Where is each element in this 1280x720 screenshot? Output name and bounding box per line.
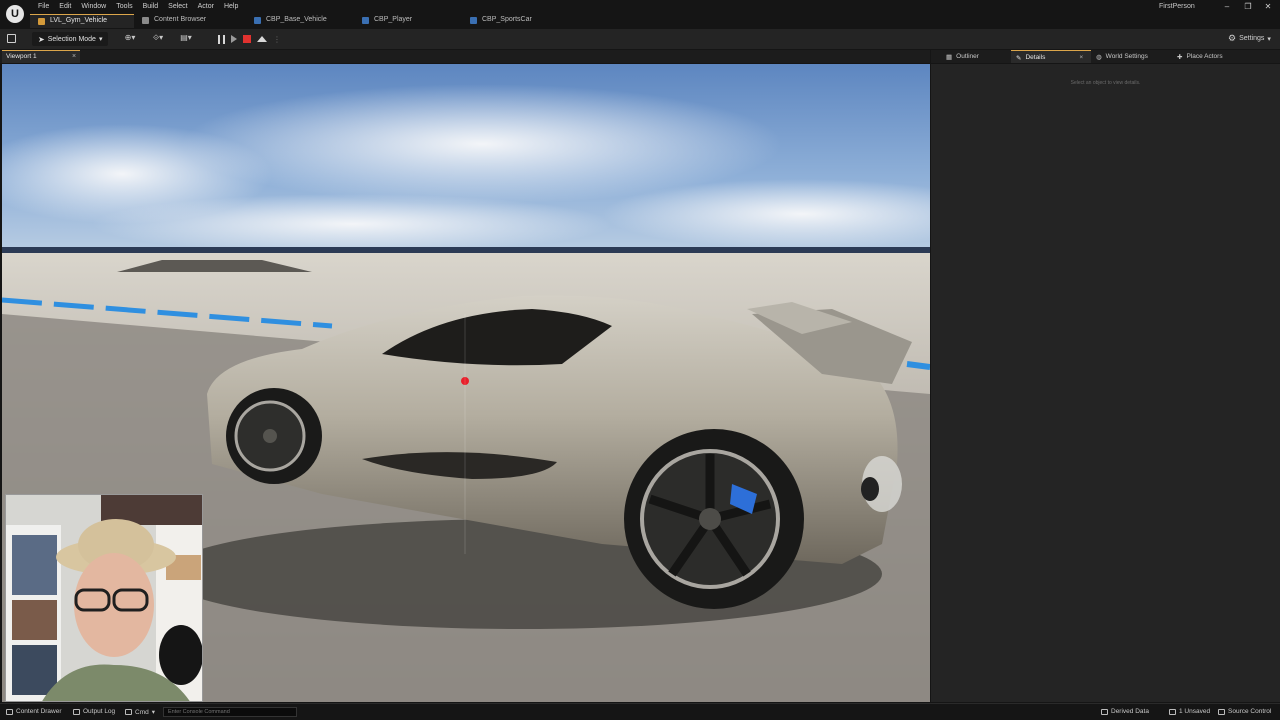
selection-mode-button[interactable]: ➤ Selection Mode ▾ xyxy=(32,32,109,46)
gear-icon: ⚙ xyxy=(1228,33,1237,43)
chevron-down-icon: ▾ xyxy=(98,36,103,43)
tab-outliner[interactable]: ▦ Outliner xyxy=(937,50,1015,63)
settings-label: Settings xyxy=(1239,35,1265,42)
tab-label: CBP_SportsCar xyxy=(482,16,532,23)
title-bar: U File Edit Window Tools Build Select Ac… xyxy=(0,0,1280,28)
webcam-overlay xyxy=(5,494,203,702)
tab-cbp-sportscar[interactable]: CBP_SportsCar xyxy=(462,14,562,28)
tab-label: Content Browser xyxy=(154,16,207,23)
source-control-label: Source Control xyxy=(1228,708,1272,715)
tab-label: World Settings xyxy=(1105,53,1148,60)
project-name: FirstPerson xyxy=(1159,3,1195,10)
chevron-down-icon: ▾ xyxy=(151,709,155,716)
derived-data-button[interactable]: Derived Data xyxy=(1101,708,1149,715)
tab-label: CBP_Base_Vehicle xyxy=(266,16,327,23)
globe-icon: ◍ xyxy=(1096,54,1102,61)
menu-file[interactable]: File xyxy=(33,1,54,12)
unreal-logo-icon[interactable]: U xyxy=(6,5,24,23)
content-drawer-button[interactable]: Content Drawer xyxy=(6,708,62,715)
unsaved-button[interactable]: 1 Unsaved xyxy=(1169,708,1210,715)
content-browser-icon xyxy=(142,17,149,24)
content-drawer-icon xyxy=(6,708,13,715)
details-panel: Select an object to view details. xyxy=(931,64,1280,702)
stop-icon[interactable] xyxy=(243,35,251,43)
blueprint-icon xyxy=(362,17,369,24)
blueprint-icon xyxy=(254,17,261,24)
main-toolbar: ➤ Selection Mode ▾ ⊕▾ ⟐▾ ▤▾ ⋮ ⚙ Settings… xyxy=(0,29,1280,49)
tab-details[interactable]: ✎ Details × xyxy=(1011,50,1091,63)
pause-icon[interactable] xyxy=(218,34,225,44)
level-icon xyxy=(38,18,45,25)
menu-select[interactable]: Select xyxy=(163,1,192,12)
more-options-icon[interactable]: ⋮ xyxy=(273,35,281,44)
menu-window[interactable]: Window xyxy=(76,1,111,12)
blueprints-icon[interactable]: ⟐▾ xyxy=(148,33,168,45)
close-window-icon[interactable]: ✕ xyxy=(1259,2,1277,14)
unsaved-icon xyxy=(1169,708,1176,715)
pencil-icon: ✎ xyxy=(1016,55,1022,62)
tab-viewport-1[interactable]: Viewport 1 × xyxy=(2,50,80,63)
tab-world-settings[interactable]: ◍ World Settings xyxy=(1096,50,1176,63)
tab-label: Place Actors xyxy=(1186,53,1223,60)
arrow-cursor-icon: ➤ xyxy=(38,34,45,44)
tab-cbp-base-vehicle[interactable]: CBP_Base_Vehicle xyxy=(246,14,354,28)
tab-label: LVL_Gym_Vehicle xyxy=(50,17,108,24)
settings-button[interactable]: ⚙ Settings ▾ xyxy=(1228,33,1271,44)
step-forward-icon[interactable] xyxy=(231,35,237,43)
menu-tools[interactable]: Tools xyxy=(111,1,137,12)
console-command-input[interactable] xyxy=(163,707,297,717)
selection-mode-label: Selection Mode xyxy=(47,35,96,43)
source-control-button[interactable]: Source Control xyxy=(1218,708,1271,715)
outliner-icon: ▦ xyxy=(946,54,953,61)
tab-label: CBP_Player xyxy=(374,16,413,23)
details-empty-message: Select an object to view details. xyxy=(1070,80,1141,86)
output-log-icon xyxy=(73,708,80,715)
status-bar: Content Drawer Output Log Cmd ▾ Derived … xyxy=(0,703,1280,720)
output-log-label: Output Log xyxy=(83,708,116,715)
cinematics-icon[interactable]: ▤▾ xyxy=(176,33,196,45)
derived-data-icon xyxy=(1101,708,1108,715)
restore-icon[interactable]: ❐ xyxy=(1239,2,1257,14)
tab-label: Details xyxy=(1025,54,1046,61)
source-control-icon xyxy=(1218,708,1225,715)
save-icon[interactable] xyxy=(7,34,16,43)
webcam-image xyxy=(6,495,202,701)
main-menu: File Edit Window Tools Build Select Acto… xyxy=(33,1,243,12)
output-log-button[interactable]: Output Log xyxy=(73,708,115,715)
viewport-tab-label: Viewport 1 xyxy=(6,53,37,60)
document-tabs: LVL_Gym_Vehicle Content Browser CBP_Base… xyxy=(30,14,562,28)
close-icon[interactable]: × xyxy=(72,53,76,60)
play-controls: ⋮ xyxy=(214,32,286,46)
viewport-tab-bar: Viewport 1 × xyxy=(0,50,930,63)
menu-actor[interactable]: Actor xyxy=(193,1,219,12)
menu-edit[interactable]: Edit xyxy=(54,1,76,12)
tab-label: Outliner xyxy=(956,53,979,60)
side-panel-tabs: ▦ Outliner ✎ Details × ◍ World Settings … xyxy=(931,50,1280,63)
cmd-label: Cmd xyxy=(135,708,149,716)
blueprint-icon xyxy=(470,17,477,24)
derived-data-label: Derived Data xyxy=(1111,708,1149,715)
content-drawer-label: Content Drawer xyxy=(16,708,62,715)
place-actors-icon: ✚ xyxy=(1177,54,1183,61)
menu-help[interactable]: Help xyxy=(219,1,243,12)
menu-build[interactable]: Build xyxy=(138,1,164,12)
tab-lvl-gym-vehicle[interactable]: LVL_Gym_Vehicle xyxy=(30,14,134,28)
cmd-dropdown[interactable]: Cmd ▾ xyxy=(125,708,155,716)
tab-cbp-player[interactable]: CBP_Player xyxy=(354,14,462,28)
minimize-icon[interactable]: – xyxy=(1218,2,1236,14)
unsaved-label: 1 Unsaved xyxy=(1179,708,1211,715)
eject-icon[interactable] xyxy=(257,36,267,42)
close-icon[interactable]: × xyxy=(1079,54,1083,63)
tab-place-actors[interactable]: ✚ Place Actors xyxy=(1177,50,1257,63)
tab-content-browser[interactable]: Content Browser xyxy=(134,14,246,28)
console-icon xyxy=(125,709,132,715)
chevron-down-icon: ▾ xyxy=(1267,35,1271,43)
add-actor-icon[interactable]: ⊕▾ xyxy=(120,33,140,45)
